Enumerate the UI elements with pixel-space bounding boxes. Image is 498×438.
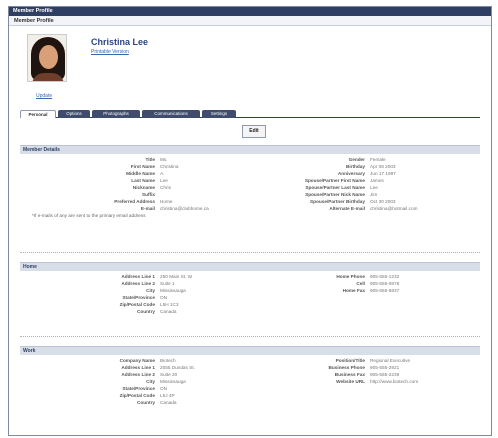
page-title: Member Profile <box>9 16 491 26</box>
field-label: Address Line 2 <box>121 372 155 377</box>
window-title: Member Profile <box>9 7 491 16</box>
field-value: 905-555-2239 <box>370 372 400 377</box>
field-value: A. <box>160 171 165 176</box>
field-label: Home Fax <box>342 288 365 293</box>
profile-tabs: Personal Options Photographs Communicati… <box>20 110 480 118</box>
field-label: Zip/Postal Code <box>119 393 155 398</box>
tab-settings[interactable]: Settings <box>202 110 236 118</box>
home-section: Home Address Line 1 250 Main St. W Addre… <box>20 262 480 314</box>
field-label: Suffix <box>141 192 155 197</box>
field-value: Female <box>370 157 386 162</box>
field-value: 905-555-0878 <box>370 281 400 286</box>
field-value: Ms. <box>160 157 168 162</box>
field-label: Country <box>137 400 155 405</box>
field-value: christina@clubhome.ca <box>160 206 209 211</box>
field-label: E-mail <box>140 206 155 211</box>
field-value: ON <box>160 386 168 391</box>
work-section: Work Company Name Biotech Address Line 1… <box>20 346 480 405</box>
edit-button[interactable]: Edit <box>242 125 266 138</box>
field-label: Anniversary <box>337 171 365 176</box>
field-value: ON <box>160 295 168 300</box>
section-heading: Work <box>20 346 480 355</box>
section-heading: Member Details <box>20 145 480 154</box>
field-value: Oct 30 2003 <box>370 199 396 204</box>
field-label: Address Line 1 <box>121 365 155 370</box>
field-label: Company Name <box>119 358 155 363</box>
field-label: Zip/Postal Code <box>119 302 155 307</box>
profile-header: Update Christina Lee Printable Version <box>22 34 322 104</box>
field-label: Home Phone <box>336 274 365 279</box>
tab-communications[interactable]: Communications <box>142 110 200 118</box>
field-label: Last Name <box>131 178 155 183</box>
update-photo-link[interactable]: Update <box>36 93 52 99</box>
field-label: Alternate E-mail <box>329 206 365 211</box>
field-label: Position/Title <box>335 358 365 363</box>
field-value: Regional Executive <box>370 358 411 363</box>
field-value: Canada <box>160 400 177 405</box>
field-label: Middle Name <box>126 171 155 176</box>
printable-version-link[interactable]: Printable Version <box>91 49 129 55</box>
field-label: Address Line 2 <box>121 281 155 286</box>
field-label: Nickname <box>132 185 155 190</box>
field-value: 905-555-5837 <box>370 288 400 293</box>
field-label: City <box>146 379 155 384</box>
field-value: Mississauga <box>160 288 186 293</box>
field-value: Mississauga <box>160 379 186 384</box>
field-value: 250 Main St. W <box>160 274 193 279</box>
field-value: Jun 17 1997 <box>370 171 396 176</box>
field-label: Spouse/Partner Birthday <box>310 199 365 204</box>
field-value: L5J 4P <box>160 393 175 398</box>
website-link[interactable]: http://www.biotech.com <box>370 379 418 384</box>
field-value: Lee <box>160 178 168 183</box>
tab-options[interactable]: Options <box>58 110 90 118</box>
field-value: Apr 08 2003 <box>370 164 396 169</box>
field-value: L5H 1C3 <box>160 302 179 307</box>
field-label: Spouse/Partner Last Name <box>305 185 365 190</box>
member-name: Christina Lee <box>91 37 149 47</box>
field-value: Jim <box>370 192 378 197</box>
field-label: State/Province <box>122 295 155 300</box>
field-label: Website URL <box>336 379 365 384</box>
field-value: Suite 20 <box>160 372 178 377</box>
tab-personal[interactable]: Personal <box>20 110 56 118</box>
avatar <box>27 34 67 82</box>
field-label: Business Phone <box>328 365 365 370</box>
field-label: State/Province <box>122 386 155 391</box>
field-value: 2055 Dundas St. <box>160 365 195 370</box>
field-value: James <box>370 178 384 183</box>
field-value: 905-555-2921 <box>370 365 400 370</box>
field-label: Spouse/Partner Nick Name <box>305 192 365 197</box>
field-label: Spouse/Partner First Name <box>304 178 365 183</box>
field-value: Canada <box>160 309 177 314</box>
field-value: Suite 1 <box>160 281 175 286</box>
section-heading: Home <box>20 262 480 271</box>
divider <box>20 336 480 337</box>
field-label: First Name <box>130 164 155 169</box>
field-label: Country <box>137 309 155 314</box>
field-value: Christina <box>160 164 179 169</box>
field-value: Biotech <box>160 358 176 363</box>
field-label: Business Fax <box>334 372 365 377</box>
member-details-section: Member Details Title Ms. First Name Chri… <box>20 145 480 218</box>
field-label: Address Line 1 <box>121 274 155 279</box>
divider <box>20 252 480 253</box>
email-note: *If e-mails of any are sent to the prima… <box>32 213 146 218</box>
field-value: Lee <box>370 185 378 190</box>
field-label: Birthday <box>345 164 365 169</box>
field-label: Title <box>145 157 155 162</box>
field-value: 905-555-1232 <box>370 274 400 279</box>
field-label: Gender <box>348 157 365 162</box>
field-label: Cell <box>356 281 365 286</box>
field-value: christina@hotmail.com <box>370 206 418 211</box>
tab-photographs[interactable]: Photographs <box>92 110 140 118</box>
field-value: Home <box>160 199 173 204</box>
field-label: City <box>146 288 155 293</box>
field-value: Chris <box>160 185 171 190</box>
field-label: Preferred Address <box>114 199 155 204</box>
